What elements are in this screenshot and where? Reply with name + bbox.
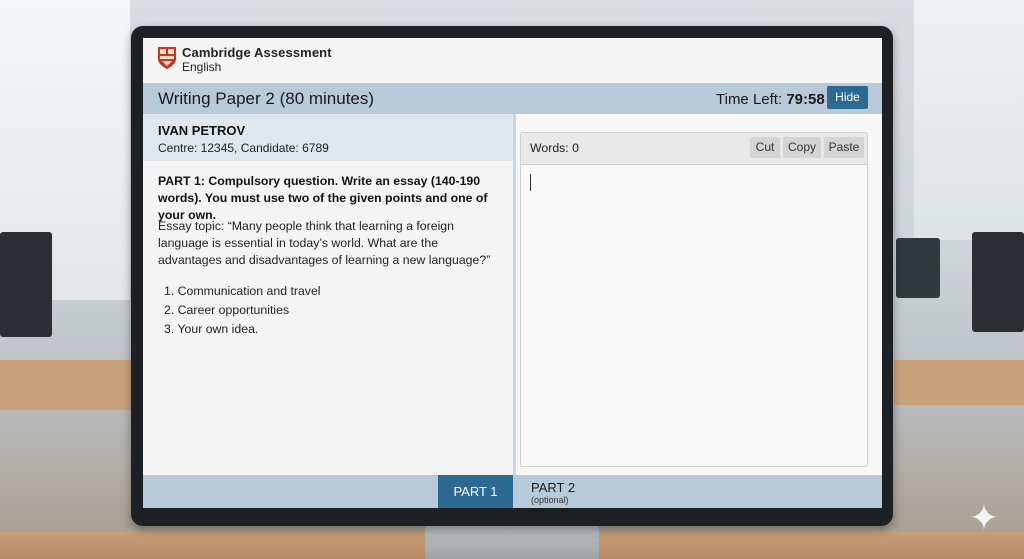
text-cursor	[530, 174, 531, 191]
list-item: 1. Communication and travel	[164, 284, 321, 298]
essay-topic: Essay topic: “Many people think that lea…	[158, 219, 491, 267]
sparkle-icon: ✦	[968, 497, 1000, 538]
brand-line-2: English	[182, 60, 222, 74]
word-count: Words: 0	[530, 141, 579, 155]
question-panel: IVAN PETROV Centre: 12345, Candidate: 67…	[143, 114, 513, 475]
candidate-name: IVAN PETROV	[158, 123, 246, 138]
candidate-info-box: IVAN PETROV Centre: 12345, Candidate: 67…	[143, 114, 513, 161]
time-left-label: Time Left:	[716, 91, 783, 108]
cut-button[interactable]: Cut	[750, 137, 780, 158]
brand-line-1: Cambridge Assessment	[182, 45, 332, 60]
copy-button[interactable]: Copy	[783, 137, 821, 158]
list-item: 2. Career opportunities	[164, 303, 290, 317]
points-list: 1. Communication and travel 2. Career op…	[164, 282, 321, 339]
background-monitor-left	[0, 232, 52, 337]
paste-button[interactable]: Paste	[824, 137, 864, 158]
title-bar: Writing Paper 2 (80 minutes) Time Left: …	[143, 83, 882, 114]
candidate-details: Centre: 12345, Candidate: 6789	[158, 141, 329, 155]
task-instruction: PART 1: Compulsory question. Write an es…	[158, 174, 488, 222]
time-left-value: 79:58	[786, 91, 825, 108]
logo-bar: Cambridge Assessment English	[143, 38, 882, 83]
part-navigation: PART 1 PART 2 (optional)	[143, 475, 882, 508]
essay-text-area[interactable]	[521, 165, 867, 465]
tab-part-1[interactable]: PART 1	[438, 475, 513, 508]
background-desk-left	[0, 360, 135, 410]
cambridge-shield-icon	[158, 47, 176, 69]
exam-screen: Cambridge Assessment English Writing Pap…	[143, 38, 882, 508]
list-item: 3. Your own idea.	[164, 322, 259, 336]
essay-editor: Words: 0 Cut Copy Paste	[520, 132, 868, 467]
answer-panel: Words: 0 Cut Copy Paste	[516, 114, 882, 475]
background-desk-right	[894, 360, 1024, 405]
page-title: Writing Paper 2 (80 minutes)	[158, 89, 375, 108]
editor-toolbar: Words: 0 Cut Copy Paste	[521, 133, 867, 165]
hide-timer-button[interactable]: Hide	[827, 86, 868, 109]
background-monitor-right-small	[896, 238, 940, 298]
background-monitor-right	[972, 232, 1024, 332]
tab-part-2-label: PART 2	[531, 480, 576, 495]
photo-scene: ✦ Cambridge Assessment English Writing P…	[0, 0, 1024, 559]
background-window-right	[914, 0, 1024, 240]
time-left: Time Left: 79:58	[716, 91, 825, 108]
monitor-stand	[425, 525, 599, 559]
tab-part-2[interactable]: PART 2 (optional)	[519, 475, 599, 508]
tab-part-2-optional: (optional)	[531, 495, 569, 505]
